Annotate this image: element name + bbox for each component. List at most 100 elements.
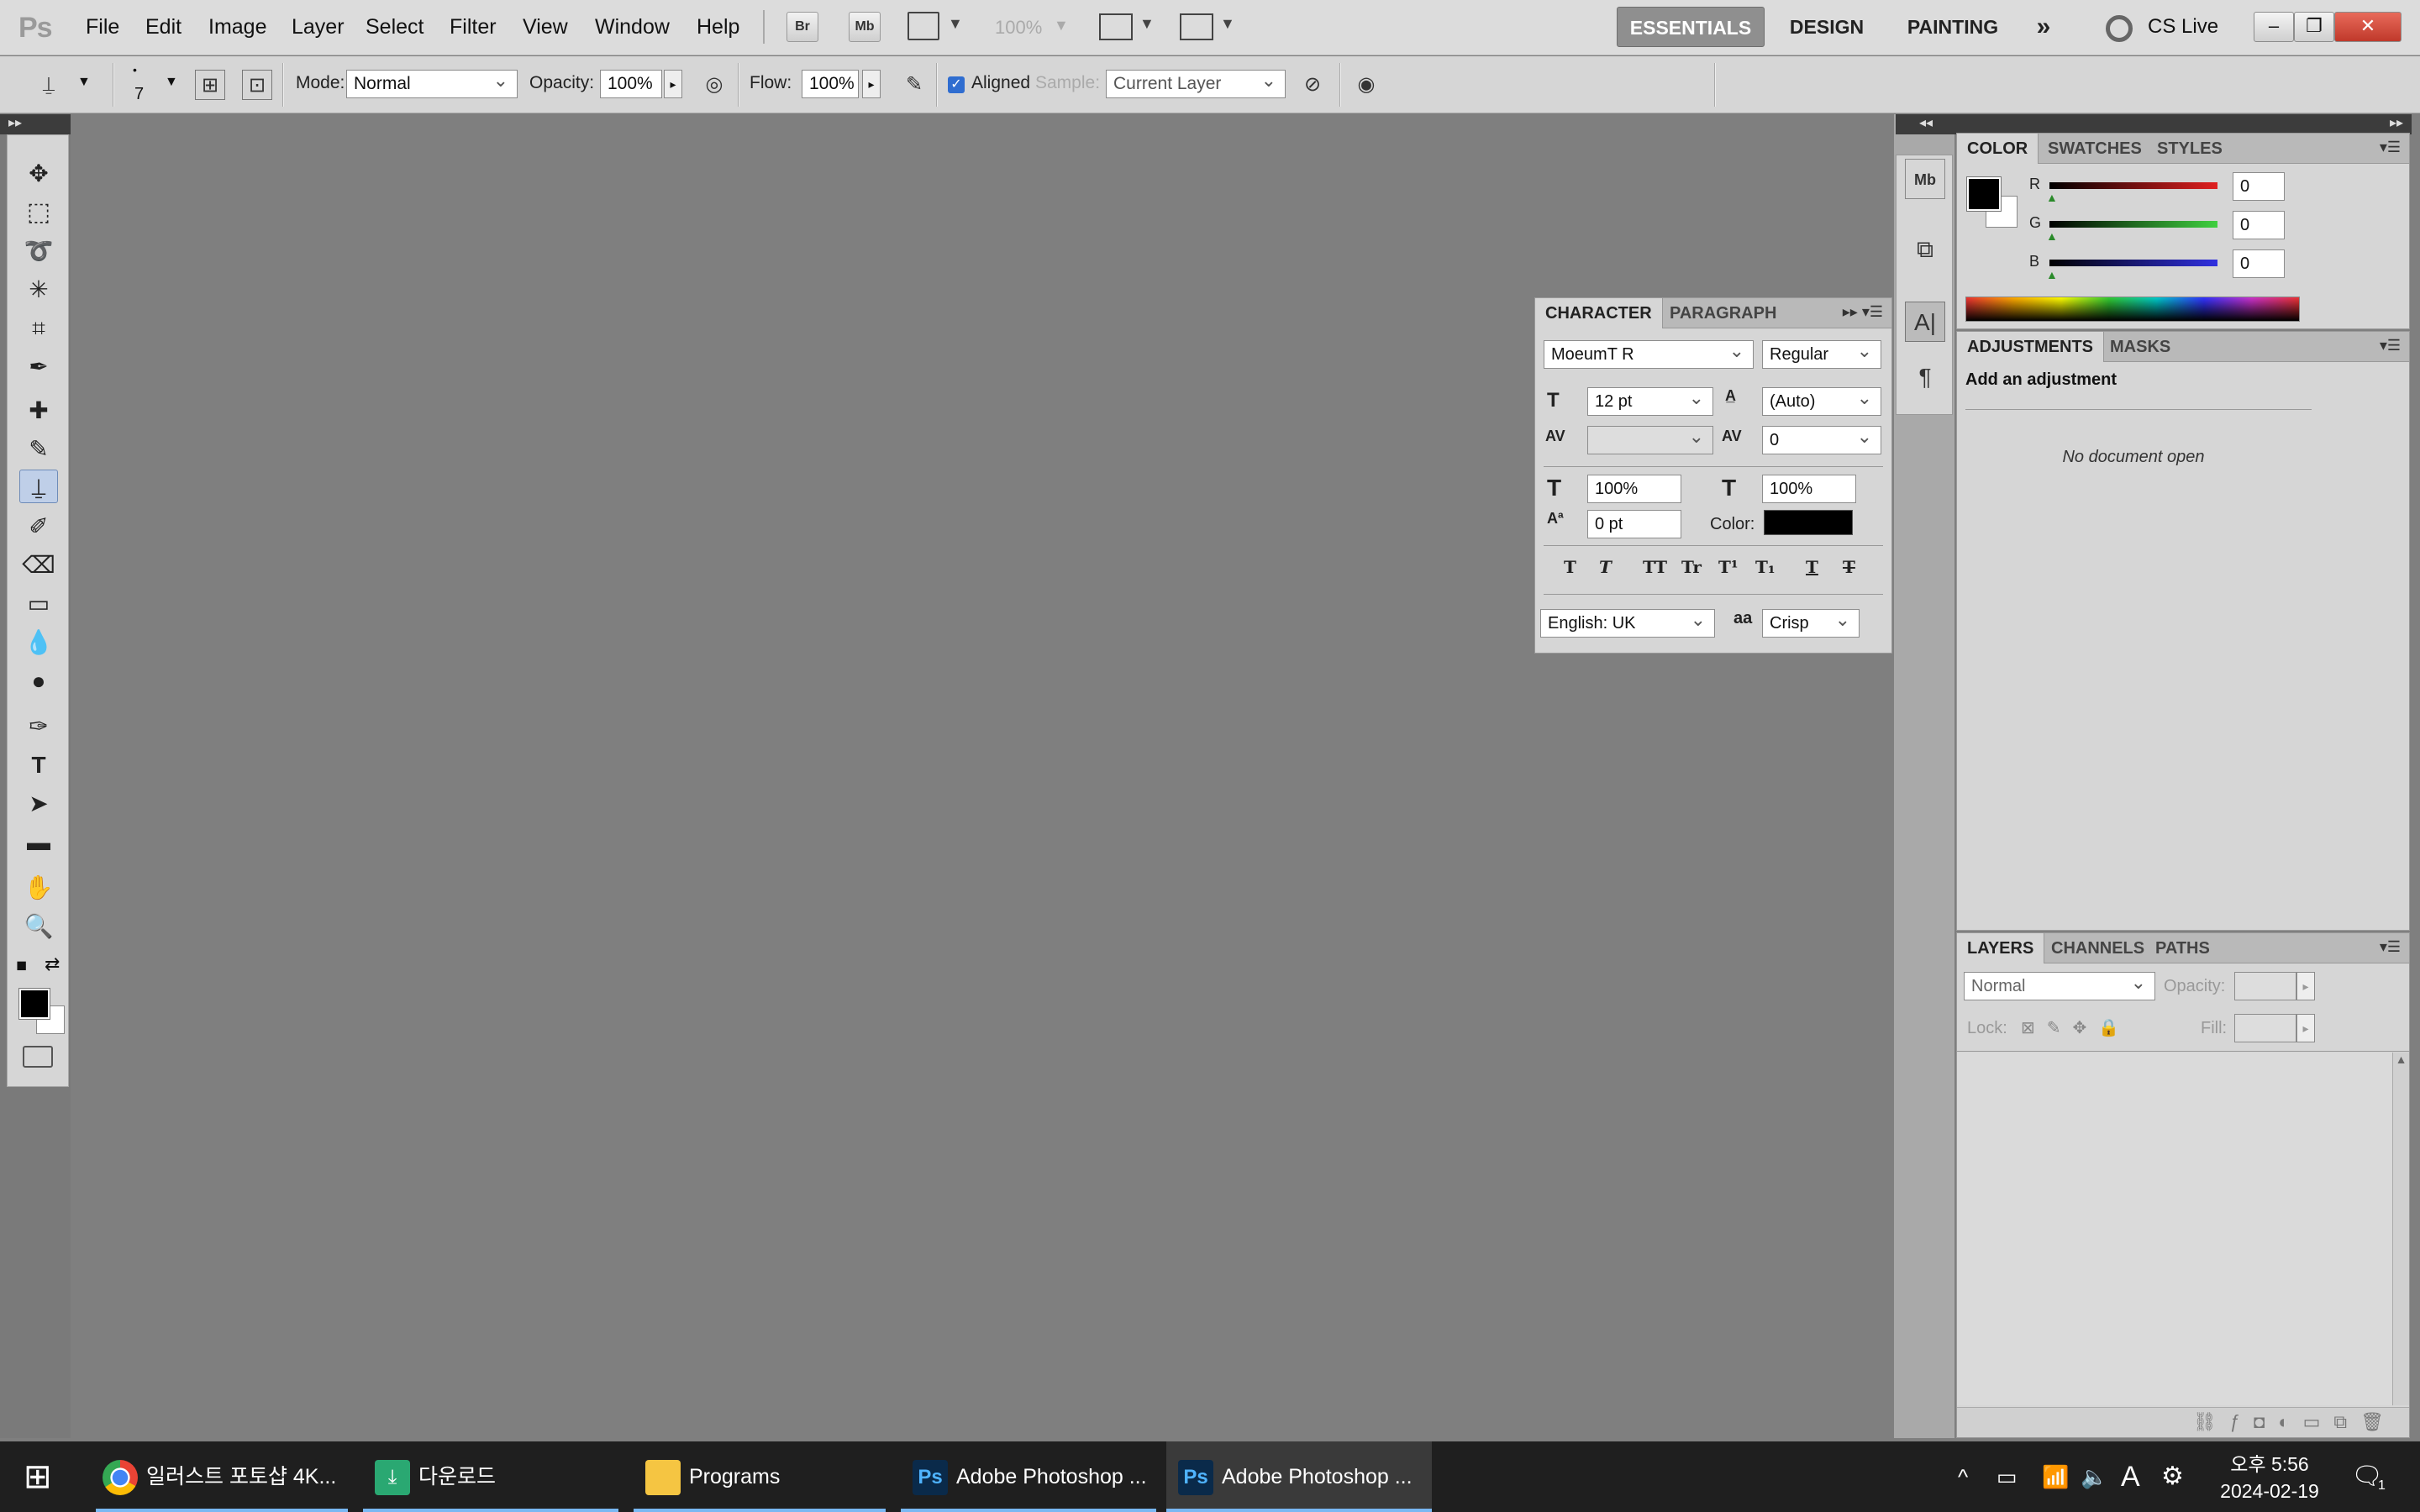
menu-window[interactable]: Window (595, 15, 670, 39)
blend-mode-select[interactable]: Normal (1964, 969, 2155, 1000)
taskbar-item-photoshop-1[interactable]: Ps Adobe Photoshop ... (901, 1441, 1156, 1512)
restore-button[interactable]: ❐ (2294, 12, 2334, 42)
slider-thumb-icon[interactable]: ▲ (2046, 268, 2058, 281)
blue-value-input[interactable]: 0 (2233, 249, 2285, 278)
hand-tool-icon[interactable]: ✋ (19, 871, 58, 905)
layers-footer-icons[interactable]: ⛓ƒ◘◐▭⧉🗑 (1957, 1407, 2409, 1437)
eyedropper-tool-icon[interactable]: ✒ (19, 350, 58, 384)
superscript-icon[interactable]: T¹ (1718, 557, 1739, 577)
mode-select[interactable]: Normal (346, 67, 518, 98)
pressure-opacity-icon[interactable]: ◎ (699, 70, 729, 100)
layers-list[interactable] (1957, 1053, 2392, 1405)
tab-layers[interactable]: LAYERS (1957, 933, 2045, 963)
tab-swatches[interactable]: SWATCHES (2038, 134, 2152, 164)
sample-select[interactable]: Current Layer (1106, 67, 1286, 98)
lock-options-icons[interactable]: ⊠✎✥🔒 (2021, 1017, 2131, 1038)
faux-italic-icon[interactable]: T (1599, 557, 1612, 577)
workspace-design[interactable]: DESIGN (1780, 7, 1874, 47)
workspace-essentials[interactable]: ESSENTIALS (1617, 7, 1765, 47)
healing-brush-tool-icon[interactable]: ✚ (19, 394, 58, 428)
type-tool-icon[interactable]: T (19, 748, 58, 782)
crop-tool-icon[interactable]: ⌗ (19, 312, 58, 345)
quick-selection-tool-icon[interactable]: ✳ (19, 273, 58, 307)
character-panel-icon[interactable]: A| (1905, 302, 1945, 342)
ime-indicator[interactable]: A (2121, 1441, 2140, 1512)
default-colors-icon[interactable]: ◼ (16, 957, 27, 974)
font-family-select[interactable]: MoeumT R (1544, 338, 1754, 369)
dodge-tool-icon[interactable]: ● (19, 664, 58, 698)
brush-size[interactable]: 7 (134, 85, 144, 104)
taskbar-item-chrome[interactable]: 일러스트 포토샵 4K... (96, 1441, 348, 1512)
tab-character[interactable]: CHARACTER (1535, 298, 1663, 328)
panel-menu-icon[interactable]: ▾☰ (2380, 938, 2401, 956)
menu-select[interactable]: Select (366, 15, 424, 39)
green-value-input[interactable]: 0 (2233, 211, 2285, 239)
menu-view[interactable]: View (523, 15, 568, 39)
arrange-documents-icon[interactable] (1099, 13, 1133, 40)
tab-paths[interactable]: PATHS (2145, 933, 2220, 963)
chevron-down-icon[interactable]: ▼ (948, 15, 963, 33)
extras-icon[interactable] (908, 12, 939, 40)
panel-menu-icon[interactable]: ▾☰ (2380, 139, 2401, 156)
chevron-down-icon[interactable]: ▼ (77, 75, 91, 90)
menu-filter[interactable]: Filter (450, 15, 497, 39)
clone-stamp-tool-icon[interactable]: ⍊ (34, 70, 64, 100)
flow-input[interactable]: 100% (802, 70, 859, 98)
cs-live-icon[interactable] (2106, 15, 2133, 42)
eraser-tool-icon[interactable]: ⌫ (19, 549, 58, 582)
quick-mask-icon[interactable] (23, 1046, 53, 1068)
fill-slider-button[interactable]: ▸ (2296, 1014, 2315, 1042)
blur-tool-icon[interactable]: 💧 (19, 626, 58, 659)
red-value-input[interactable]: 0 (2233, 172, 2285, 201)
slider-thumb-icon[interactable]: ▲ (2046, 191, 2058, 204)
pen-tool-icon[interactable]: ✑ (19, 710, 58, 743)
pressure-size-icon[interactable]: ◉ (1351, 70, 1381, 100)
notification-icon[interactable]: 🗨 (2351, 1441, 2383, 1512)
minimize-button[interactable]: – (2254, 12, 2294, 42)
layer-opacity-input[interactable] (2234, 972, 2296, 1000)
font-style-select[interactable]: Regular (1762, 338, 1881, 369)
move-tool-icon[interactable]: ✥ (19, 157, 58, 191)
faux-bold-icon[interactable]: T (1564, 557, 1576, 577)
marquee-tool-icon[interactable]: ⬚ (19, 196, 58, 229)
zoom-dropdown-icon[interactable]: ▼ (1054, 17, 1069, 34)
menu-help[interactable]: Help (697, 15, 739, 39)
clock-date[interactable]: 2024-02-19 (2215, 1480, 2324, 1503)
foreground-color-swatch[interactable] (18, 988, 50, 1020)
history-icon[interactable]: ⧉ (1905, 229, 1945, 270)
battery-icon[interactable]: ▭ (1996, 1441, 2018, 1512)
tab-color[interactable]: COLOR (1957, 134, 2039, 164)
layer-opacity-slider-button[interactable]: ▸ (2296, 972, 2315, 1000)
workspace-painting[interactable]: PAINTING (1894, 7, 2012, 47)
chevron-down-icon[interactable]: ▼ (1220, 15, 1235, 33)
small-caps-icon[interactable]: Tr (1681, 557, 1702, 577)
slider-thumb-icon[interactable]: ▲ (2046, 229, 2058, 243)
clone-source-icon[interactable]: ⊡ (242, 70, 272, 100)
lasso-tool-icon[interactable]: ➰ (19, 234, 58, 268)
color-spectrum-ramp[interactable] (1965, 297, 2300, 322)
all-caps-icon[interactable]: TT (1643, 557, 1667, 577)
taskbar-item-programs[interactable]: Programs (634, 1441, 886, 1512)
flow-slider-button[interactable]: ▸ (862, 70, 881, 98)
windows-start-icon[interactable]: ⊞ (24, 1441, 52, 1512)
tab-adjustments[interactable]: ADJUSTMENTS (1957, 332, 2105, 362)
language-select[interactable]: English: UK (1540, 606, 1715, 638)
fill-input[interactable] (2234, 1014, 2296, 1042)
menu-file[interactable]: File (86, 15, 119, 39)
zoom-level[interactable]: 100% (995, 17, 1042, 39)
volume-icon[interactable]: 🔈 (2081, 1441, 2107, 1512)
bridge-button[interactable]: Br (786, 12, 818, 42)
vertical-scale-input[interactable]: 100% (1587, 475, 1681, 503)
clock-time[interactable]: 오후 5:56 (2215, 1448, 2324, 1477)
close-button[interactable]: ✕ (2334, 12, 2402, 42)
chevron-up-icon[interactable]: ^ (1958, 1441, 1968, 1512)
horizontal-scale-input[interactable]: 100% (1762, 475, 1856, 503)
taskbar-item-downloads[interactable]: ⤓ 다운로드 (363, 1441, 618, 1512)
foreground-color-swatch[interactable] (1966, 176, 2002, 212)
panel-menu-icon[interactable]: ▾☰ (2380, 337, 2401, 354)
opacity-input[interactable]: 100% (600, 70, 662, 98)
chevron-down-icon[interactable]: ▼ (1139, 15, 1155, 33)
mini-bridge-icon[interactable]: Mb (1905, 159, 1945, 199)
ignore-adjustment-layers-icon[interactable]: ⊘ (1297, 70, 1328, 100)
tab-channels[interactable]: CHANNELS (2041, 933, 2154, 963)
